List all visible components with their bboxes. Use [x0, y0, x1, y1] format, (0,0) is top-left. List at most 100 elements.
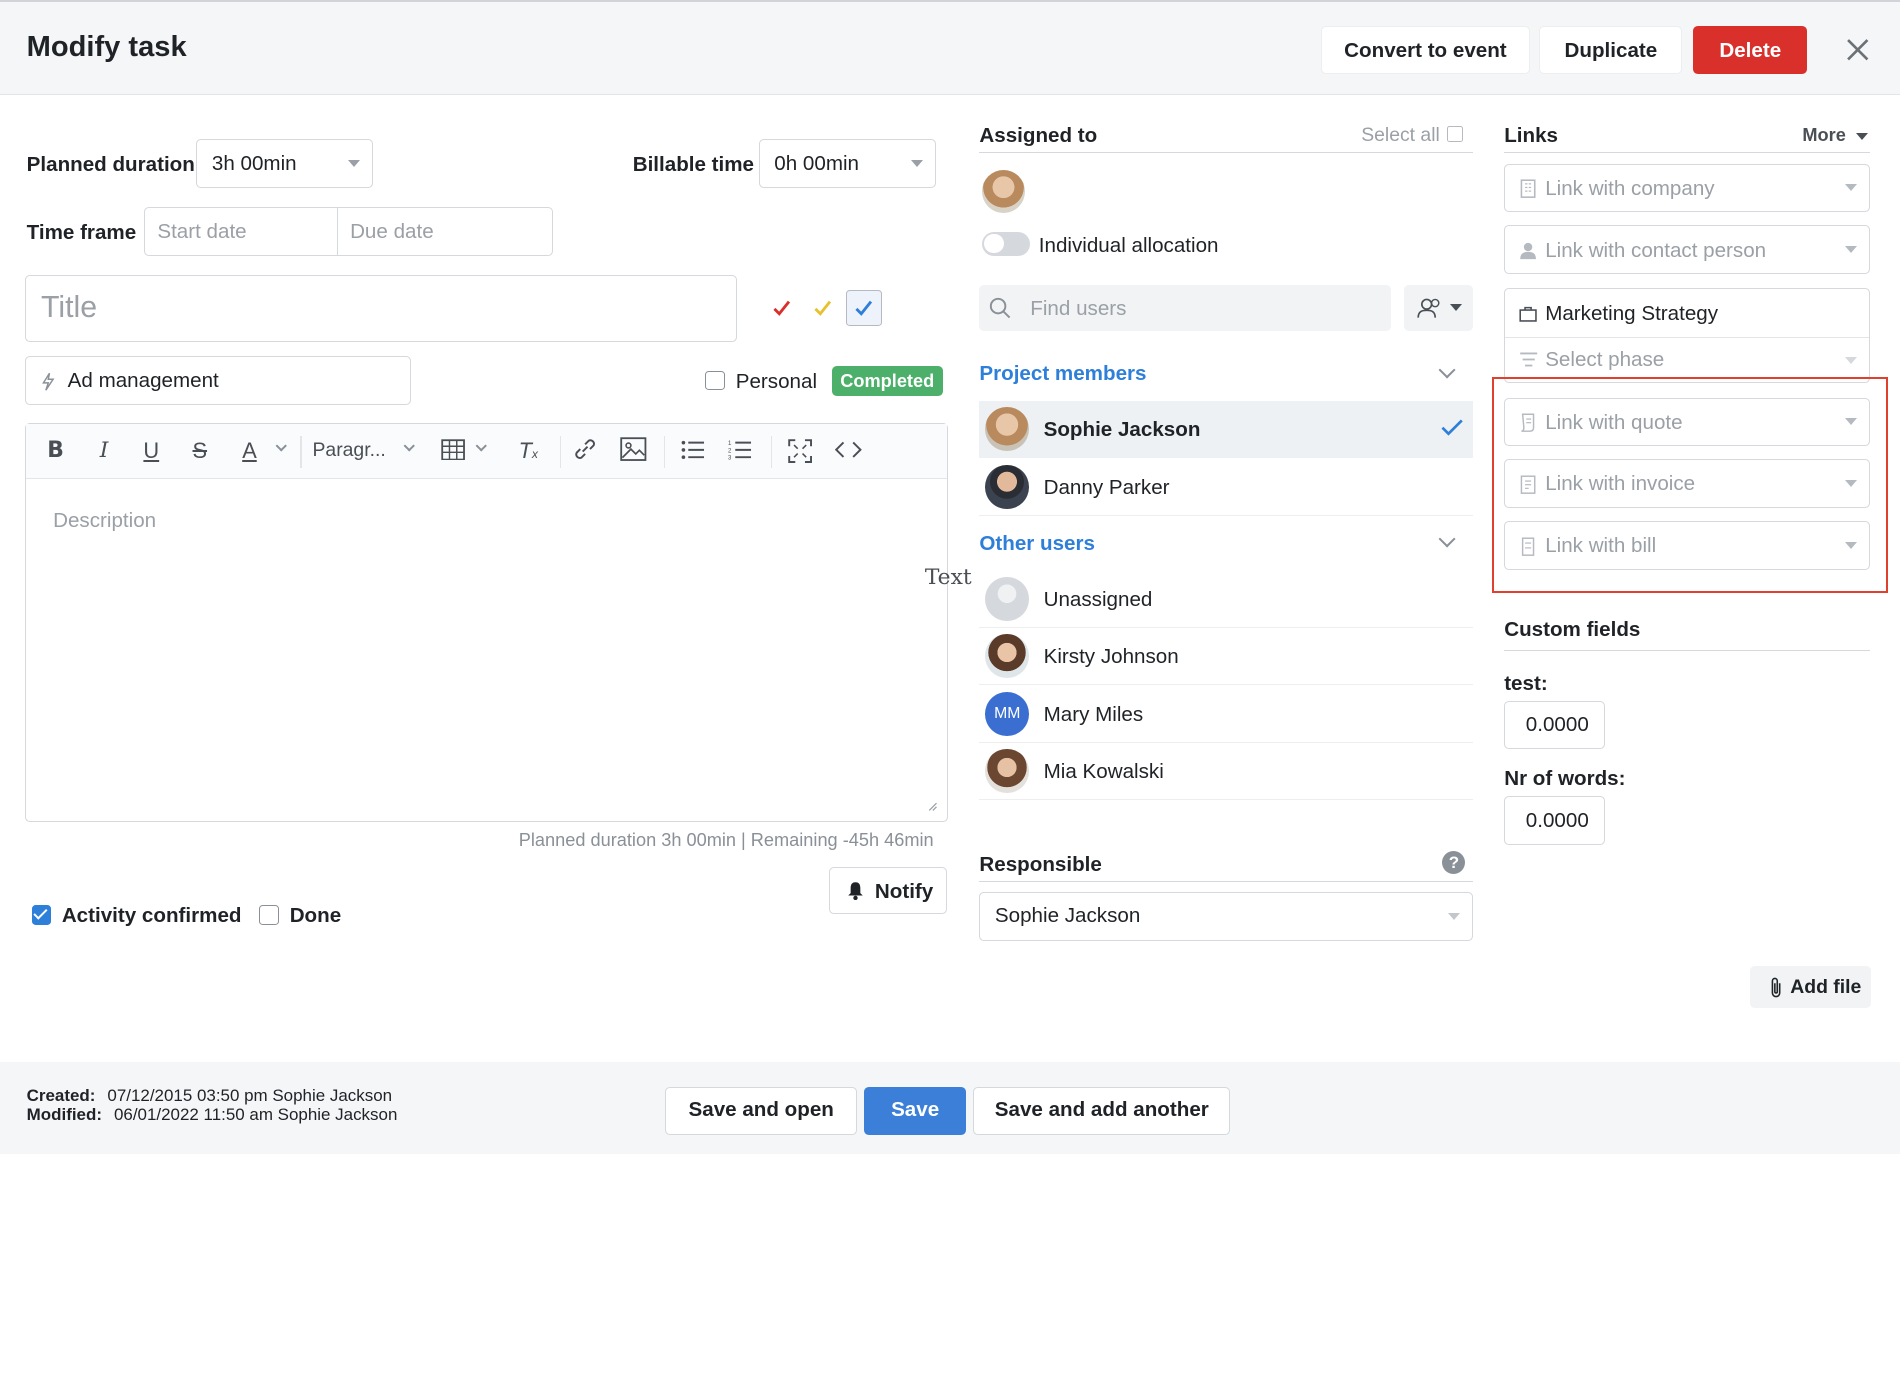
responsible-title: Responsible	[979, 853, 1102, 877]
toolbar-separator	[300, 436, 302, 468]
modified-value: 06/01/2022 11:50 am Sophie Jackson	[113, 1105, 398, 1125]
other-user-row-mia-kowalski[interactable]: Mia Kowalski	[979, 743, 1473, 800]
selected-check-icon	[1441, 419, 1463, 436]
chevron-down-icon[interactable]	[475, 440, 488, 453]
red-check-icon[interactable]	[772, 298, 791, 317]
add-file-button[interactable]: Add file	[1750, 966, 1872, 1009]
help-icon[interactable]: ?	[1442, 850, 1466, 874]
project-members-title[interactable]: Project members	[979, 362, 1146, 386]
caret-down-icon	[1855, 132, 1868, 140]
other-user-row-unassigned[interactable]: Unassigned	[979, 571, 1473, 628]
save-and-open-button[interactable]: Save and open	[665, 1087, 857, 1135]
svg-text:3: 3	[728, 455, 732, 460]
find-users-input[interactable]: Find users	[979, 284, 1392, 331]
convert-to-event-button[interactable]: Convert to event	[1321, 26, 1530, 74]
code-icon[interactable]	[834, 440, 862, 459]
planned-duration-select[interactable]: 3h 00min	[196, 139, 374, 188]
strikethrough-icon[interactable]: S	[188, 436, 212, 465]
text-color-icon[interactable]: A	[236, 436, 263, 465]
divider	[1505, 336, 1870, 338]
duplicate-button[interactable]: Duplicate	[1539, 26, 1683, 74]
member-row-danny-parker[interactable]: Danny Parker	[979, 459, 1473, 517]
bold-icon[interactable]: B	[43, 436, 67, 465]
toggle-knob	[984, 233, 1004, 254]
activity-type-select[interactable]: Ad management	[25, 356, 411, 405]
custom-field-label: Nr of words:	[1504, 767, 1626, 791]
chevron-down-icon[interactable]	[1438, 361, 1456, 379]
person-icon	[1519, 242, 1536, 260]
billable-time-select[interactable]: 0h 00min	[758, 139, 936, 188]
avatar	[985, 465, 1030, 510]
custom-field-test-input[interactable]: 0.0000	[1504, 700, 1605, 750]
save-and-add-another-button[interactable]: Save and add another	[973, 1087, 1231, 1135]
chevron-down-icon[interactable]	[402, 440, 415, 453]
notify-button[interactable]: Notify	[829, 866, 947, 914]
select-all-checkbox[interactable]	[1447, 126, 1463, 142]
user-filter-button[interactable]	[1403, 284, 1473, 331]
activity-confirmed-checkbox[interactable]	[31, 905, 51, 925]
image-icon[interactable]	[620, 437, 647, 462]
custom-field-words-input[interactable]: 0.0000	[1504, 796, 1605, 845]
responsible-select[interactable]: Sophie Jackson	[979, 892, 1473, 941]
modified-meta: Modified: 06/01/2022 11:50 am Sophie Jac…	[27, 1105, 398, 1125]
paragraph-select[interactable]: Paragr...	[313, 436, 393, 465]
other-users-title[interactable]: Other users	[979, 532, 1095, 556]
select-all-link[interactable]: Select all	[1361, 124, 1440, 147]
done-checkbox[interactable]	[259, 905, 279, 925]
personal-checkbox[interactable]	[705, 370, 725, 391]
numbered-list-icon[interactable]: 123	[728, 439, 752, 461]
assigned-to-title: Assigned to	[979, 123, 1098, 147]
floating-text-label: Text	[924, 564, 972, 590]
description-editor[interactable]: B I U S A Paragr... Tx 1 2 3 Description	[25, 423, 948, 822]
bullet-list-icon[interactable]	[681, 439, 705, 461]
save-button[interactable]: Save	[864, 1087, 967, 1135]
blue-check-toggle[interactable]	[846, 289, 883, 327]
link-contact-label: Link with contact person	[1545, 238, 1767, 262]
link-company-select[interactable]: Link with company	[1504, 163, 1871, 213]
other-user-row-mary-miles[interactable]: MM Mary Miles	[979, 686, 1473, 743]
yellow-check-icon[interactable]	[813, 298, 832, 317]
clear-format-icon[interactable]: Tx	[516, 436, 540, 465]
briefcase-icon	[1518, 306, 1537, 322]
link-contact-select[interactable]: Link with contact person	[1504, 225, 1871, 274]
planned-duration-value: 3h 00min	[211, 151, 297, 175]
title-input[interactable]: Title	[25, 275, 737, 342]
member-row-sophie-jackson[interactable]: Sophie Jackson	[979, 401, 1473, 459]
delete-button[interactable]: Delete	[1693, 26, 1808, 74]
activity-confirmed-label: Activity confirmed	[61, 904, 242, 928]
resize-handle-icon[interactable]	[928, 802, 938, 812]
toolbar-separator	[664, 436, 666, 468]
chevron-down-icon[interactable]	[1438, 530, 1456, 548]
users-icon	[1417, 298, 1440, 318]
notify-label: Notify	[874, 879, 934, 903]
bell-icon	[848, 882, 863, 901]
start-date-input[interactable]: Start date	[144, 207, 339, 256]
due-date-placeholder: Due date	[350, 219, 434, 243]
italic-icon[interactable]: I	[92, 436, 116, 465]
time-frame-label: Time frame	[26, 220, 137, 244]
table-icon[interactable]	[441, 438, 465, 461]
fullscreen-icon[interactable]	[787, 438, 812, 463]
highlight-annotation-box	[1492, 376, 1889, 593]
other-user-row-kirsty-johnson[interactable]: Kirsty Johnson	[979, 628, 1473, 685]
underline-icon[interactable]: U	[139, 436, 163, 465]
project-value[interactable]: Marketing Strategy	[1545, 302, 1718, 326]
user-name: Danny Parker	[1043, 476, 1170, 500]
user-name: Unassigned	[1043, 587, 1153, 611]
avatar	[985, 576, 1030, 621]
created-meta: Created: 07/12/2015 03:50 pm Sophie Jack…	[27, 1086, 392, 1106]
more-menu[interactable]: More	[1802, 125, 1868, 146]
close-icon[interactable]	[1842, 34, 1874, 66]
chevron-down-icon[interactable]	[275, 440, 288, 453]
link-icon[interactable]	[573, 437, 597, 461]
avatar	[985, 633, 1030, 678]
svg-text:1: 1	[728, 441, 732, 447]
chevron-down-icon	[1447, 912, 1460, 920]
due-date-input[interactable]: Due date	[336, 207, 553, 256]
custom-field-value: 0.0000	[1525, 712, 1589, 736]
chevron-down-icon	[1845, 184, 1858, 191]
select-phase-label[interactable]: Select phase	[1545, 348, 1664, 372]
assigned-avatar[interactable]	[981, 169, 1026, 214]
chevron-down-icon	[910, 160, 923, 167]
individual-allocation-toggle[interactable]	[981, 231, 1031, 256]
